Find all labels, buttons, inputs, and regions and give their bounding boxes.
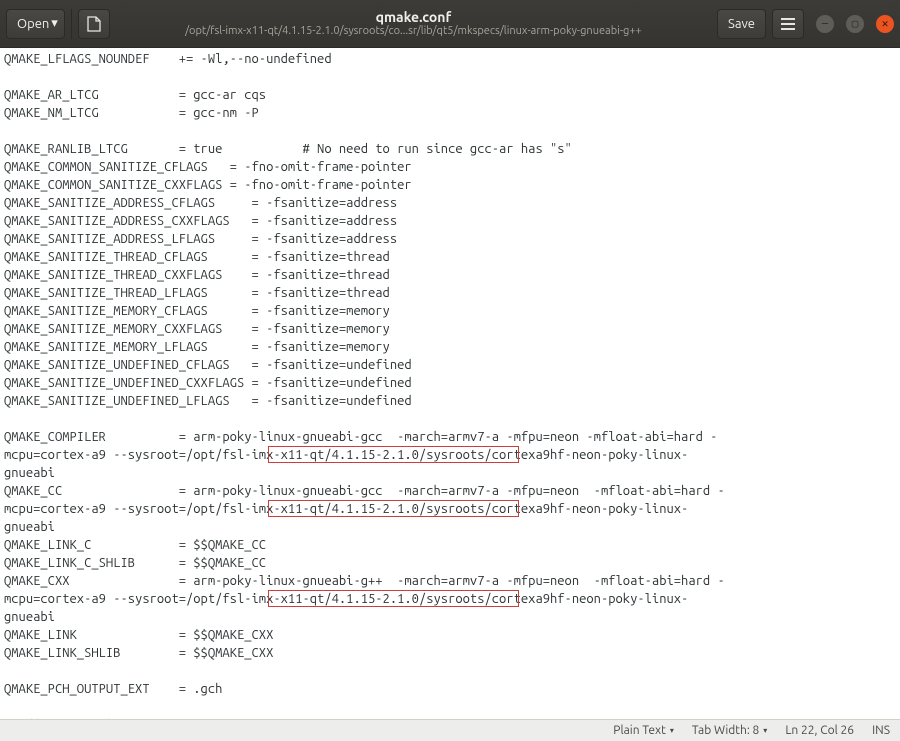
chevron-down-icon: ▾ [763, 726, 767, 735]
editor-line[interactable]: mcpu=cortex-a9 --sysroot=/opt/fsl-imx-x1… [4, 446, 896, 464]
editor-line[interactable]: QMAKE_SANITIZE_THREAD_CXXFLAGS = -fsanit… [4, 266, 896, 284]
header-separator [71, 9, 72, 39]
editor-line[interactable]: QMAKE_COMPILER = arm-poky-linux-gnueabi-… [4, 428, 896, 446]
editor-line[interactable]: QMAKE_SANITIZE_MEMORY_CFLAGS = -fsanitiz… [4, 302, 896, 320]
editor-line[interactable]: gnueabi [4, 608, 896, 626]
window-close-button[interactable]: ✕ [876, 15, 894, 33]
editor-line[interactable]: QMAKE_AR_LTCG = gcc-ar cqs [4, 86, 896, 104]
status-cursor-position[interactable]: Ln 22, Col 26 [785, 724, 854, 737]
editor-line[interactable]: QMAKE_PCH_OUTPUT_EXT = .gch [4, 680, 896, 698]
menu-button[interactable] [772, 9, 804, 39]
editor-line[interactable]: gnueabi [4, 518, 896, 536]
status-bar: Plain Text ▾ Tab Width: 8 ▾ Ln 22, Col 2… [0, 719, 900, 741]
chevron-down-icon: ▾ [670, 726, 674, 735]
editor-line[interactable]: QMAKE_LINK_C_SHLIB = $$QMAKE_CC [4, 554, 896, 572]
editor-line[interactable]: QMAKE_LINK = $$QMAKE_CXX [4, 626, 896, 644]
window-maximize-button[interactable]: ▢ [846, 15, 864, 33]
editor-line[interactable]: QMAKE_SANITIZE_MEMORY_LFLAGS = -fsanitiz… [4, 338, 896, 356]
editor-line[interactable]: mcpu=cortex-a9 --sysroot=/opt/fsl-imx-x1… [4, 590, 896, 608]
close-icon: ✕ [882, 17, 889, 30]
editor-line[interactable] [4, 698, 896, 716]
editor-line[interactable] [4, 410, 896, 428]
chevron-down-icon: ▾ [51, 16, 58, 31]
editor-line[interactable]: QMAKE_CC = arm-poky-linux-gnueabi-gcc -m… [4, 482, 896, 500]
text-editor-area[interactable]: QMAKE_LFLAGS_NOUNDEF += -Wl,--no-undefin… [0, 48, 900, 719]
editor-line[interactable]: mcpu=cortex-a9 --sysroot=/opt/fsl-imx-x1… [4, 500, 896, 518]
status-tabwidth-label: Tab Width: 8 [692, 724, 759, 737]
editor-line[interactable]: QMAKE_SANITIZE_THREAD_LFLAGS = -fsanitiz… [4, 284, 896, 302]
editor-line[interactable]: QMAKE_LINK_C = $$QMAKE_CC [4, 536, 896, 554]
status-language-label: Plain Text [613, 724, 666, 737]
editor-line[interactable] [4, 122, 896, 140]
editor-line[interactable] [4, 68, 896, 86]
editor-line[interactable]: gnueabi [4, 464, 896, 482]
new-document-button[interactable] [78, 9, 110, 39]
hamburger-icon [781, 18, 795, 30]
status-language-selector[interactable]: Plain Text ▾ [613, 724, 674, 737]
editor-line[interactable]: QMAKE_SANITIZE_UNDEFINED_CXXFLAGS = -fsa… [4, 374, 896, 392]
window-title: qmake.conf [116, 9, 711, 25]
editor-line[interactable]: QMAKE_SANITIZE_ADDRESS_CFLAGS = -fsaniti… [4, 194, 896, 212]
editor-line[interactable] [4, 662, 896, 680]
editor-line[interactable]: QMAKE_SANITIZE_UNDEFINED_CFLAGS = -fsani… [4, 356, 896, 374]
window-minimize-button[interactable]: — [816, 15, 834, 33]
status-cursor-label: Ln 22, Col 26 [785, 724, 854, 737]
save-button[interactable]: Save [717, 9, 766, 39]
editor-line[interactable]: QMAKE_SANITIZE_MEMORY_CXXFLAGS = -fsanit… [4, 320, 896, 338]
editor-line[interactable]: QMAKE_RANLIB_LTCG = true # No need to ru… [4, 140, 896, 158]
editor-line[interactable]: QMAKE_LINK_SHLIB = $$QMAKE_CXX [4, 644, 896, 662]
editor-line[interactable]: QMAKE_SANITIZE_ADDRESS_CXXFLAGS = -fsani… [4, 212, 896, 230]
editor-line[interactable]: QMAKE_COMMON_SANITIZE_CFLAGS = -fno-omit… [4, 158, 896, 176]
editor-line[interactable]: QMAKE_NM_LTCG = gcc-nm -P [4, 104, 896, 122]
status-insert-label: INS [872, 724, 890, 737]
editor-line[interactable]: QMAKE_CXX = arm-poky-linux-gnueabi-g++ -… [4, 572, 896, 590]
open-button[interactable]: Open ▾ [6, 9, 65, 39]
minimize-icon: — [822, 18, 828, 30]
status-insert-mode[interactable]: INS [872, 724, 890, 737]
status-tabwidth-selector[interactable]: Tab Width: 8 ▾ [692, 724, 767, 737]
editor-line[interactable]: load(qt_config) [4, 716, 896, 719]
window-subtitle: /opt/fsl-imx-x11-qt/4.1.15-2.1.0/sysroot… [116, 25, 711, 38]
header-bar: Open ▾ qmake.conf /opt/fsl-imx-x11-qt/4.… [0, 0, 900, 48]
maximize-icon: ▢ [852, 17, 859, 30]
editor-line[interactable]: QMAKE_SANITIZE_ADDRESS_LFLAGS = -fsaniti… [4, 230, 896, 248]
open-button-label: Open [17, 17, 49, 31]
editor-line[interactable]: QMAKE_SANITIZE_THREAD_CFLAGS = -fsanitiz… [4, 248, 896, 266]
save-button-label: Save [728, 17, 755, 31]
header-title-block: qmake.conf /opt/fsl-imx-x11-qt/4.1.15-2.… [116, 9, 711, 38]
editor-line[interactable]: QMAKE_COMMON_SANITIZE_CXXFLAGS = -fno-om… [4, 176, 896, 194]
editor-line[interactable]: QMAKE_LFLAGS_NOUNDEF += -Wl,--no-undefin… [4, 50, 896, 68]
new-document-icon [87, 16, 101, 32]
editor-line[interactable]: QMAKE_SANITIZE_UNDEFINED_LFLAGS = -fsani… [4, 392, 896, 410]
